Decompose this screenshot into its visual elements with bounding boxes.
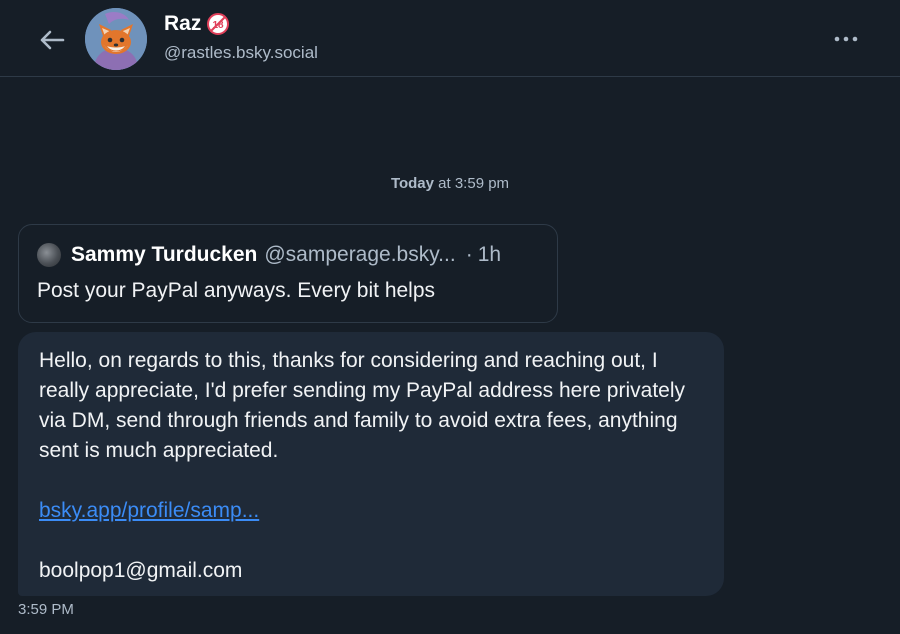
- separator-dot: ·: [465, 243, 473, 266]
- date-separator-day: Today: [390, 175, 434, 192]
- message-text: Hello, on regards to this, thanks for co…: [39, 349, 686, 462]
- message-timestamp: 3:59 PM: [18, 601, 74, 618]
- quoted-author-handle: @samperage.bsky...: [264, 243, 456, 266]
- back-button[interactable]: [34, 22, 70, 58]
- svg-text:18: 18: [213, 20, 225, 31]
- arrow-left-icon: [40, 30, 65, 50]
- more-options-button[interactable]: [826, 24, 866, 54]
- quoted-post-header: Sammy Turducken @samperage.bsky... · 1h: [37, 243, 501, 267]
- avatar[interactable]: [85, 8, 147, 70]
- ellipsis-icon: [834, 36, 858, 42]
- message-bubble[interactable]: Hello, on regards to this, thanks for co…: [18, 332, 724, 596]
- quoted-post-age: 1h: [477, 243, 502, 266]
- display-name[interactable]: Raz: [164, 12, 201, 36]
- message-email: boolpop1@gmail.com: [39, 559, 243, 582]
- fox-avatar-image: [85, 8, 147, 70]
- quoted-author-avatar: [37, 243, 61, 267]
- profile-handle[interactable]: @rastles.bsky.social: [164, 43, 318, 63]
- quoted-author-name: Sammy Turducken: [71, 243, 258, 266]
- quoted-post-card[interactable]: Sammy Turducken @samperage.bsky... · 1h …: [18, 224, 558, 323]
- chat-header: Raz 18 @rastles.bsky.social: [0, 0, 900, 77]
- date-separator-time: at 3:59 pm: [434, 175, 510, 192]
- adult-content-18-icon: 18: [207, 13, 230, 35]
- date-separator: Today at 3:59 pm: [0, 175, 900, 192]
- message-link[interactable]: bsky.app/profile/samp...: [39, 496, 259, 526]
- quoted-post-text: Post your PayPal anyways. Every bit help…: [37, 279, 436, 302]
- profile-name-row: Raz 18: [164, 12, 230, 36]
